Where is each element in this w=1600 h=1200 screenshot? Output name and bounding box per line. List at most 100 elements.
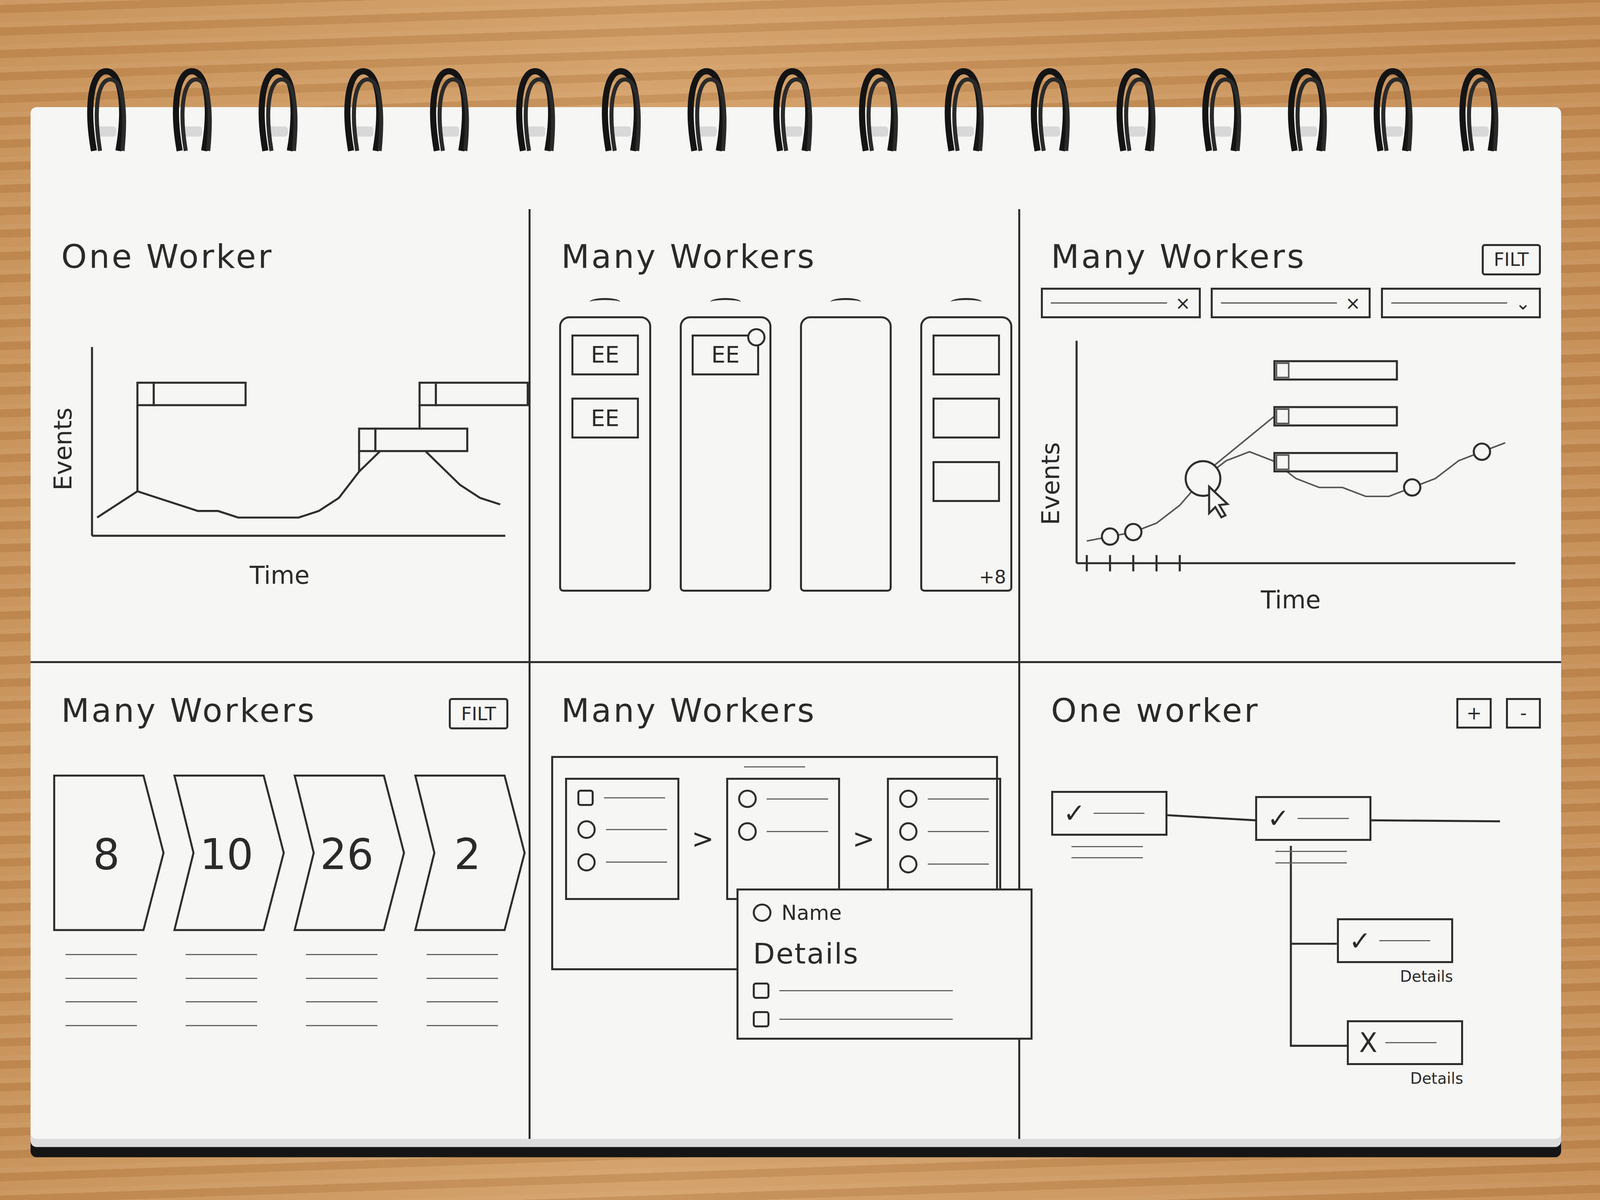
card-label: EE: [590, 405, 620, 432]
event-flag[interactable]: [137, 382, 246, 492]
panel-header: Many Workers FILT: [51, 691, 509, 730]
option-row[interactable]: [899, 789, 989, 808]
option-control[interactable]: [577, 820, 596, 839]
checkbox[interactable]: [752, 982, 770, 999]
option-row[interactable]: [577, 853, 668, 872]
node-box[interactable]: ✓: [1255, 796, 1372, 841]
option-row[interactable]: [577, 820, 668, 839]
node-box[interactable]: ✓: [1336, 918, 1454, 964]
zoom-button[interactable]: +: [1456, 698, 1493, 729]
text-placeholder: [766, 830, 828, 833]
worker-card[interactable]: EE: [691, 334, 760, 376]
detail-option[interactable]: [752, 982, 1017, 999]
detail-option[interactable]: [752, 1011, 1017, 1028]
tree-node: ✓: [1051, 790, 1168, 869]
worker-card[interactable]: [932, 397, 1000, 439]
y-axis-label: Events: [1036, 442, 1066, 525]
event-marker[interactable]: [1473, 443, 1491, 460]
node-box[interactable]: ✓: [1051, 790, 1168, 836]
option-control[interactable]: [577, 853, 596, 872]
popup-row[interactable]: [1274, 453, 1397, 472]
worker-card[interactable]: EE: [571, 397, 639, 439]
stage-count: 26: [320, 829, 374, 879]
node-notes: [1255, 840, 1372, 874]
stage-count: 10: [199, 829, 254, 879]
details-link[interactable]: Details: [1346, 1065, 1464, 1087]
x-tick: [1155, 555, 1158, 572]
checkbox[interactable]: [752, 1011, 770, 1028]
worker-card[interactable]: EE: [571, 334, 639, 376]
option-control[interactable]: [899, 789, 918, 808]
option-control[interactable]: [577, 789, 594, 806]
box-header: [744, 766, 806, 768]
chip-icon[interactable]: ×: [1345, 292, 1361, 314]
column-body: EE EE: [559, 316, 651, 592]
panel-title: Many Workers: [51, 691, 317, 730]
name-label: Name: [781, 900, 842, 925]
text-placeholder: [305, 1025, 378, 1027]
zoom-button[interactable]: -: [1505, 698, 1541, 729]
ring-icon: [426, 63, 474, 166]
panel-title: Many Workers: [1040, 237, 1306, 276]
card-label: EE: [590, 341, 620, 368]
option-control[interactable]: [899, 822, 918, 841]
option-control[interactable]: [738, 822, 757, 841]
filter-chip[interactable]: ⌄: [1380, 287, 1541, 319]
worker-card[interactable]: [932, 461, 1000, 502]
event-flag[interactable]: [358, 428, 468, 472]
text-placeholder: [1071, 846, 1143, 848]
worker-card[interactable]: [932, 334, 1000, 376]
filter-button[interactable]: FILT: [1481, 244, 1541, 276]
name-option[interactable]: Name: [752, 900, 1017, 925]
text-placeholder: [1093, 812, 1145, 814]
popup-row[interactable]: [1274, 361, 1397, 380]
event-marker[interactable]: [1185, 461, 1221, 496]
pipeline-stage[interactable]: 26: [291, 772, 408, 1026]
option-row[interactable]: [738, 789, 828, 808]
filter-button[interactable]: FILT: [448, 698, 508, 730]
pipeline-stage[interactable]: 2: [412, 772, 529, 1026]
option-control[interactable]: [899, 855, 918, 874]
pipeline-stage[interactable]: 8: [51, 772, 168, 1026]
more-count[interactable]: +8: [978, 566, 1006, 588]
option-control[interactable]: [738, 789, 757, 808]
option-row[interactable]: [738, 822, 828, 841]
photo: One WorkerEventsTimeMany WorkersEEEEEE+8…: [0, 0, 1600, 1200]
pipeline-stage[interactable]: 10: [171, 772, 288, 1026]
one-worker-timeline: One WorkerEventsTime: [30, 209, 531, 664]
event-marker[interactable]: [1403, 479, 1421, 496]
event-marker[interactable]: [1125, 523, 1142, 541]
panel-title: One Worker: [51, 237, 509, 276]
filter-chip[interactable]: ×: [1040, 287, 1201, 319]
details-popup: NameDetails: [736, 888, 1033, 1040]
details-link[interactable]: Details: [1336, 963, 1454, 985]
selector-columns: >>: [565, 777, 984, 901]
column-header: [589, 298, 621, 306]
x-tick: [1178, 555, 1181, 572]
stage-chevron: 26: [291, 772, 408, 934]
event-marker[interactable]: [1101, 528, 1119, 545]
ring-icon: [1455, 63, 1503, 166]
events-line: [1086, 442, 1506, 541]
option-row[interactable]: [899, 822, 989, 841]
chip-icon[interactable]: ×: [1175, 292, 1191, 314]
x-axis-label: Time: [1040, 579, 1541, 614]
text-placeholder: [426, 1025, 499, 1027]
chip-icon[interactable]: ⌄: [1515, 292, 1531, 314]
text-placeholder: [766, 798, 828, 800]
card-badge: [747, 328, 766, 347]
popup-row[interactable]: [1274, 407, 1397, 426]
ring-icon: [83, 63, 131, 166]
option-control[interactable]: [752, 903, 772, 922]
popup-connector: [1213, 416, 1275, 467]
tree-node: ✓: [1255, 796, 1372, 874]
option-row[interactable]: [577, 789, 668, 806]
ring-icon: [1370, 63, 1418, 166]
status-mark: X: [1359, 1027, 1378, 1059]
chip-text-placeholder: [1221, 302, 1337, 304]
filter-chip[interactable]: ×: [1210, 287, 1371, 319]
option-row[interactable]: [899, 855, 989, 874]
column-body: +8: [920, 316, 1012, 592]
stage-count: 8: [92, 829, 120, 879]
node-box[interactable]: X: [1346, 1020, 1464, 1066]
